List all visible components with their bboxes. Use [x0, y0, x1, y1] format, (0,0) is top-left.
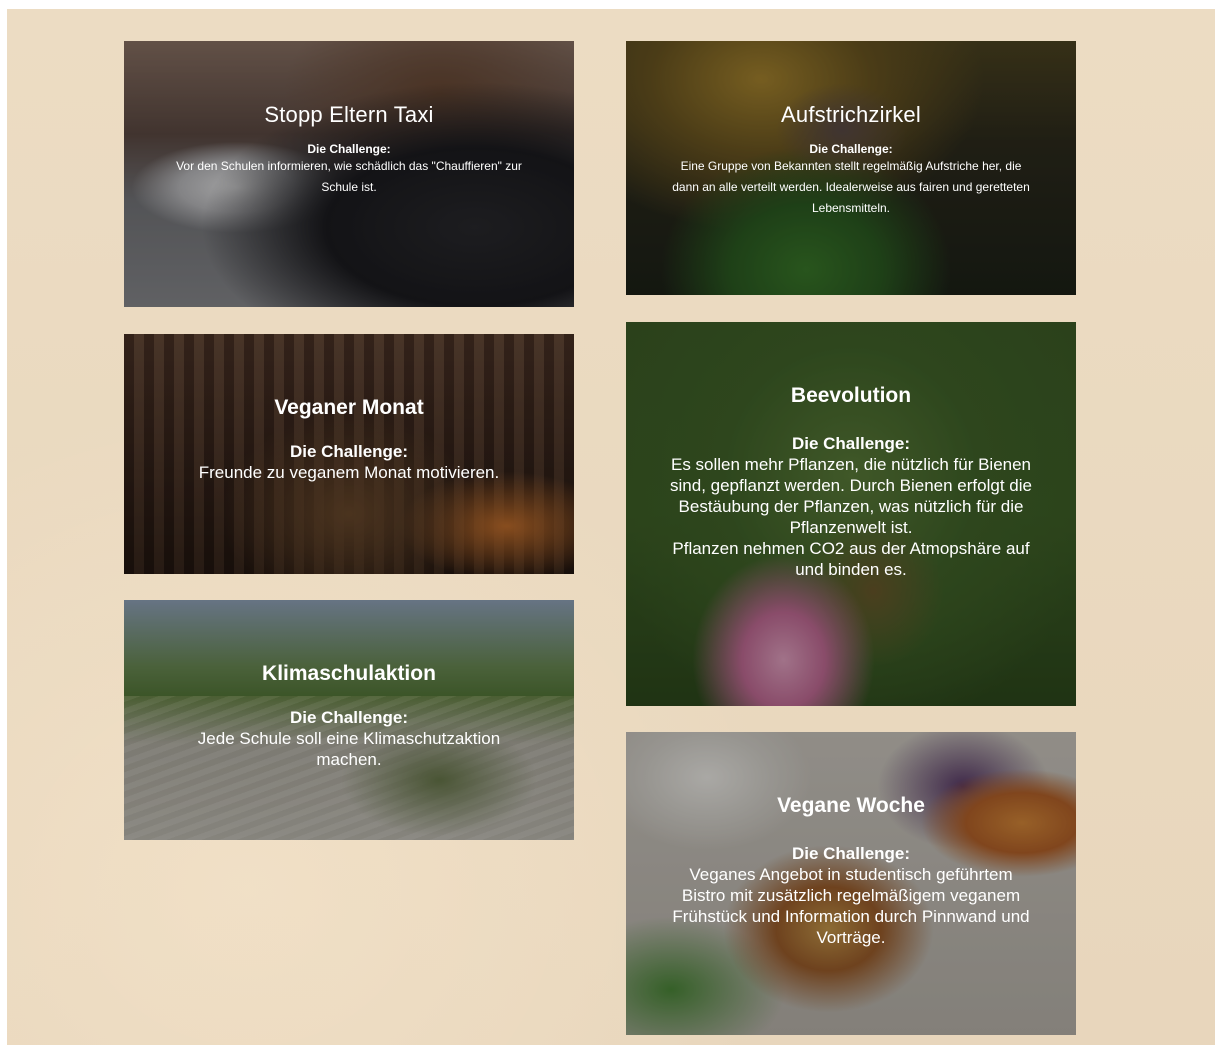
card-title: Stopp Eltern Taxi [264, 102, 434, 127]
card-title: Aufstrichzirkel [781, 102, 921, 127]
card-content: Veganer Monat Die Challenge: Freunde zu … [124, 396, 574, 483]
challenge-description: Veganes Angebot in studentisch geführtem… [672, 865, 1030, 947]
challenge-card-veganer-monat[interactable]: Veganer Monat Die Challenge: Freunde zu … [124, 334, 574, 574]
challenge-description: Vor den Schulen informieren, wie schädli… [176, 159, 522, 194]
card-title: Vegane Woche [777, 794, 925, 817]
challenge-description: Es sollen mehr Pflanzen, die nützlich fü… [670, 455, 1032, 537]
challenge-label: Die Challenge: [809, 142, 893, 156]
challenge-card-stopp-eltern-taxi[interactable]: Stopp Eltern Taxi Die Challenge: Vor den… [124, 41, 574, 307]
card-title: Klimaschulaktion [262, 662, 436, 685]
card-content: Stopp Eltern Taxi Die Challenge: Vor den… [124, 102, 574, 198]
challenge-label: Die Challenge: [307, 142, 391, 156]
challenge-label: Die Challenge: [791, 844, 911, 863]
challenge-label: Die Challenge: [289, 708, 409, 727]
challenge-description: Eine Gruppe von Bekannten stellt regelmä… [672, 159, 1030, 215]
card-content: Beevolution Die Challenge: Es sollen meh… [626, 384, 1076, 580]
card-content: Vegane Woche Die Challenge: Veganes Ange… [626, 794, 1076, 948]
challenge-card-klimaschulaktion[interactable]: Klimaschulaktion Die Challenge: Jede Sch… [124, 600, 574, 840]
card-title: Veganer Monat [274, 396, 424, 419]
challenge-card-aufstrichzirkel[interactable]: Aufstrichzirkel Die Challenge: Eine Grup… [626, 41, 1076, 295]
challenge-description: Jede Schule soll eine Klimaschutzaktion … [197, 729, 501, 769]
card-title: Beevolution [790, 384, 912, 407]
card-content: Aufstrichzirkel Die Challenge: Eine Grup… [626, 102, 1076, 219]
challenge-label: Die Challenge: [791, 434, 911, 453]
challenge-card-vegane-woche[interactable]: Vegane Woche Die Challenge: Veganes Ange… [626, 732, 1076, 1035]
challenge-label: Die Challenge: [289, 442, 409, 461]
challenge-card-beevolution[interactable]: Beevolution Die Challenge: Es sollen meh… [626, 322, 1076, 706]
challenge-description: Freunde zu veganem Monat motivieren. [198, 463, 500, 482]
challenge-description-extra: Pflanzen nehmen CO2 aus der Atmopshäre a… [672, 539, 1030, 579]
card-content: Klimaschulaktion Die Challenge: Jede Sch… [124, 662, 574, 770]
